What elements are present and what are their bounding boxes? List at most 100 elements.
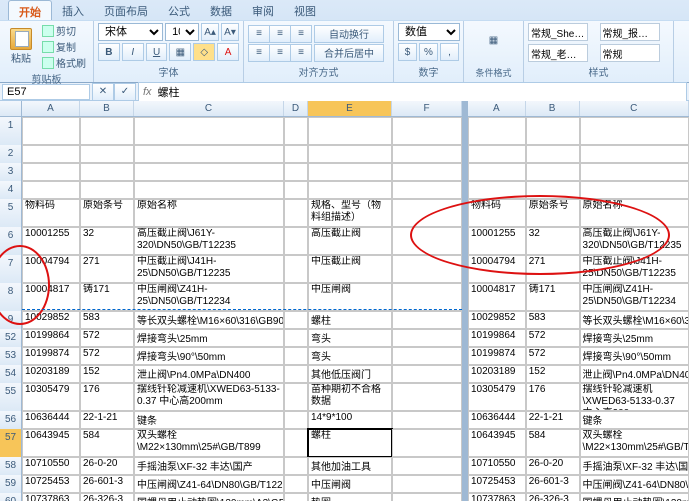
colhdr-c2[interactable]: C (580, 101, 689, 116)
rowhdr[interactable]: 52 (0, 329, 22, 347)
cell[interactable] (468, 145, 526, 163)
colhdr-a2[interactable]: A (468, 101, 526, 116)
align-left-button[interactable]: ≡ (248, 44, 270, 62)
cell[interactable] (580, 181, 689, 199)
colhdr-d[interactable]: D (284, 101, 308, 116)
cell[interactable] (80, 163, 134, 181)
cell[interactable]: 双头螺栓\M22×130mm\25#\GB/T899 (580, 429, 689, 457)
cell[interactable]: 10305479 (468, 383, 526, 411)
cell[interactable]: 高压截止阀 (308, 227, 392, 255)
pane-left[interactable]: A B C D E F 12345物料码原始条号原始名称规格、型号（物料组描述）… (0, 101, 462, 501)
cell[interactable]: 双头螺栓\M22×130mm\25#\GB/T899 (134, 429, 284, 457)
style-item-4[interactable]: 常规 (600, 44, 660, 62)
cell[interactable]: 焊接弯头\90°\50mm (580, 347, 689, 365)
cell[interactable]: 10636444 (468, 411, 526, 429)
colhdr-c[interactable]: C (134, 101, 284, 116)
cell[interactable] (284, 329, 308, 347)
tab-data[interactable]: 数据 (200, 0, 242, 20)
rowhdr[interactable]: 1 (0, 117, 22, 145)
cell[interactable] (580, 117, 689, 145)
align-center-button[interactable]: ≡ (269, 44, 291, 62)
paste-button[interactable]: 粘贴 (4, 25, 38, 69)
cancel-icon[interactable]: ✕ (92, 83, 114, 101)
cell[interactable]: 22-1-21 (80, 411, 134, 429)
cell[interactable]: 中压截止阀\J41H-25\DN50\GB/T12235 (134, 255, 284, 283)
cell[interactable]: 弯头 (308, 347, 392, 365)
cell[interactable] (284, 117, 308, 145)
brush-button[interactable]: 格式刷 (40, 55, 88, 70)
rowhdr[interactable]: 53 (0, 347, 22, 365)
cell[interactable]: 32 (80, 227, 134, 255)
cell[interactable]: 高压截止阀\J61Y-320\DN50\GB/T12235 (134, 227, 284, 255)
cell[interactable]: 其他加油工具 (308, 457, 392, 475)
cell[interactable]: 271 (80, 255, 134, 283)
rowhdr[interactable]: 5 (0, 199, 22, 227)
cell[interactable] (284, 181, 308, 199)
colhdr-b[interactable]: B (80, 101, 134, 116)
cell[interactable]: 键条 (134, 411, 284, 429)
rowhdr[interactable]: 55 (0, 383, 22, 411)
cell[interactable] (580, 145, 689, 163)
cell[interactable] (468, 117, 526, 145)
cell[interactable]: 176 (80, 383, 134, 411)
pane-right[interactable]: A B C 物料码原始条号原始名称1000125532高压截止阀\J61Y-32… (468, 101, 689, 501)
rowhdr[interactable]: 57 (0, 429, 22, 457)
cell[interactable]: 572 (526, 347, 580, 365)
cell[interactable] (284, 255, 308, 283)
cell[interactable] (580, 163, 689, 181)
cell[interactable] (284, 411, 308, 429)
rowhdr[interactable]: 54 (0, 365, 22, 383)
rowhdr[interactable]: 9 (0, 311, 22, 329)
cell[interactable]: 10203189 (468, 365, 526, 383)
cell[interactable]: 中压截止阀 (308, 255, 392, 283)
colhdr-e[interactable]: E (308, 101, 392, 116)
colhdr-f[interactable]: F (392, 101, 462, 116)
cell[interactable]: 572 (526, 329, 580, 347)
cell[interactable]: 中压闸阀\Z41-64\DN80\GB/T12234 (134, 475, 284, 493)
cell[interactable] (392, 411, 462, 429)
cell[interactable] (392, 457, 462, 475)
cell[interactable] (468, 181, 526, 199)
cell[interactable]: 铸171 (80, 283, 134, 311)
cell[interactable] (284, 475, 308, 493)
cell[interactable] (22, 163, 80, 181)
cell[interactable]: 10710550 (22, 457, 80, 475)
tab-review[interactable]: 审阅 (242, 0, 284, 20)
cell[interactable]: 583 (80, 311, 134, 329)
cell[interactable]: 其他低压阀门 (308, 365, 392, 383)
cell[interactable]: 10203189 (22, 365, 80, 383)
cell[interactable]: 中压闸阀 (308, 283, 392, 311)
font-color-button[interactable]: A (217, 43, 239, 61)
cell[interactable]: 14*9*100 (308, 411, 392, 429)
cell[interactable]: 10004794 (22, 255, 80, 283)
tab-layout[interactable]: 页面布局 (94, 0, 158, 20)
cell[interactable] (392, 347, 462, 365)
cell[interactable]: 10004817 (468, 283, 526, 311)
cell[interactable]: 152 (80, 365, 134, 383)
cell[interactable]: 原始条号 (526, 199, 580, 227)
cell[interactable] (134, 145, 284, 163)
rowhdr[interactable]: 58 (0, 457, 22, 475)
cell[interactable]: 10001255 (22, 227, 80, 255)
cell[interactable]: 物料码 (22, 199, 80, 227)
cell[interactable]: 原始条号 (80, 199, 134, 227)
select-all-corner[interactable] (0, 101, 22, 117)
underline-button[interactable]: U (146, 43, 168, 61)
cell[interactable] (80, 145, 134, 163)
cell[interactable]: 摆线针轮减速机\XWED63-5133-0.37 中心高200mm (580, 383, 689, 411)
cell[interactable]: 10029852 (22, 311, 80, 329)
tab-insert[interactable]: 插入 (52, 0, 94, 20)
cell[interactable]: 26-0-20 (80, 457, 134, 475)
fill-button[interactable]: ◇ (193, 43, 215, 61)
cell[interactable] (284, 347, 308, 365)
cell[interactable] (284, 383, 308, 411)
cell[interactable]: 键条 (580, 411, 689, 429)
cell[interactable]: 583 (526, 311, 580, 329)
cell[interactable] (468, 163, 526, 181)
cell[interactable]: 泄止阀\Pn4.0MPa\DN400 (580, 365, 689, 383)
cell[interactable]: 原始名称 (580, 199, 689, 227)
colhdr-b2[interactable]: B (526, 101, 580, 116)
cell[interactable]: 10636444 (22, 411, 80, 429)
cell[interactable] (308, 145, 392, 163)
cell[interactable]: 10710550 (468, 457, 526, 475)
